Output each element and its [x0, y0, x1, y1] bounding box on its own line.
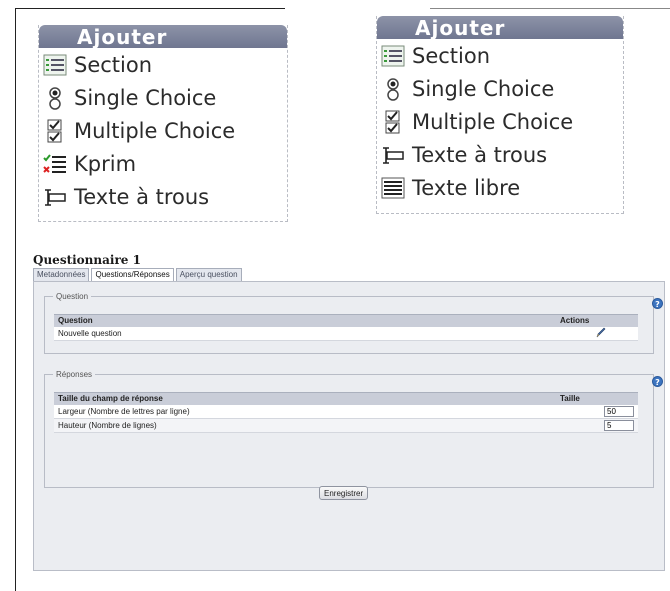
multiple-choice-icon [380, 109, 406, 135]
editor-panel: Question ? Question Actions Nouvelle que… [33, 281, 665, 571]
menu-item-label: Multiple Choice [412, 109, 574, 134]
menu-item-cloze[interactable]: Texte à trous [39, 180, 287, 213]
frame-border-left [15, 8, 16, 591]
tab-bar: Metadonnées Questions/Réponses Aperçu qu… [33, 268, 242, 281]
column-header-field-size: Taille du champ de réponse [54, 392, 556, 405]
question-table: Question Actions Nouvelle question [54, 314, 638, 341]
table-row: Hauteur (Nombre de lignes) [54, 418, 638, 433]
table-row: Largeur (Nombre de lettres par ligne) [54, 404, 638, 419]
menu-item-label: Texte à trous [412, 142, 548, 167]
single-choice-icon [42, 85, 68, 111]
add-menu-left: Ajouter Section Single Choice Multiple C… [38, 25, 288, 222]
frame-border-top [15, 8, 285, 9]
height-input[interactable] [604, 420, 634, 431]
menu-item-single-choice[interactable]: Single Choice [39, 81, 287, 114]
menu-item-label: Texte à trous [74, 184, 210, 209]
responses-legend: Réponses [56, 370, 93, 379]
pencil-icon[interactable] [596, 327, 606, 340]
menu-item-label: Multiple Choice [74, 118, 236, 143]
add-menu-header: Ajouter [39, 25, 287, 49]
add-menu-header: Ajouter [377, 16, 623, 40]
actions-cell [556, 326, 638, 341]
help-icon[interactable]: ? [652, 298, 663, 309]
kprim-icon [42, 151, 68, 177]
table-row[interactable]: Nouvelle question [54, 326, 638, 341]
section-icon [380, 43, 406, 69]
help-icon[interactable]: ? [652, 376, 663, 387]
question-legend: Question [56, 292, 89, 301]
tab-metadata[interactable]: Metadonnées [33, 268, 90, 281]
section-icon [42, 52, 68, 78]
menu-item-free-text[interactable]: Texte libre [377, 171, 623, 204]
menu-item-multiple-choice[interactable]: Multiple Choice [39, 114, 287, 147]
tab-question-preview[interactable]: Aperçu question [175, 268, 242, 281]
responses-table: Taille du champ de réponse Taille Largeu… [54, 392, 638, 433]
menu-item-label: Texte libre [412, 175, 521, 200]
menu-item-multiple-choice[interactable]: Multiple Choice [377, 105, 623, 138]
menu-item-label: Kprim [74, 151, 137, 176]
width-input[interactable] [604, 405, 634, 417]
menu-item-label: Section [74, 52, 153, 77]
menu-item-section[interactable]: Section [377, 39, 623, 72]
menu-item-cloze[interactable]: Texte à trous [377, 138, 623, 171]
menu-item-label: Section [412, 43, 491, 68]
frame-border-top-right [430, 8, 670, 9]
cloze-icon [42, 184, 68, 210]
free-text-icon [380, 175, 406, 201]
width-label: Largeur (Nombre de lettres par ligne) [54, 404, 556, 419]
single-choice-icon [380, 76, 406, 102]
tab-questions-responses[interactable]: Questions/Réponses [91, 268, 174, 281]
question-cell[interactable]: Nouvelle question [54, 326, 556, 341]
menu-item-kprim[interactable]: Kprim [39, 147, 287, 180]
save-button[interactable]: Enregistrer [319, 486, 369, 500]
height-label: Hauteur (Nombre de lignes) [54, 418, 556, 433]
menu-item-label: Single Choice [74, 85, 217, 110]
questionnaire-title: Questionnaire 1 [33, 253, 141, 267]
multiple-choice-icon [42, 118, 68, 144]
menu-item-single-choice[interactable]: Single Choice [377, 72, 623, 105]
menu-item-section[interactable]: Section [39, 48, 287, 81]
cloze-icon [380, 142, 406, 168]
column-header-question: Question [54, 314, 556, 327]
column-header-size: Taille [556, 392, 638, 405]
menu-item-label: Single Choice [412, 76, 555, 101]
add-menu-right: Ajouter Section Single Choice Multiple C… [376, 16, 624, 214]
column-header-actions: Actions [556, 314, 638, 327]
